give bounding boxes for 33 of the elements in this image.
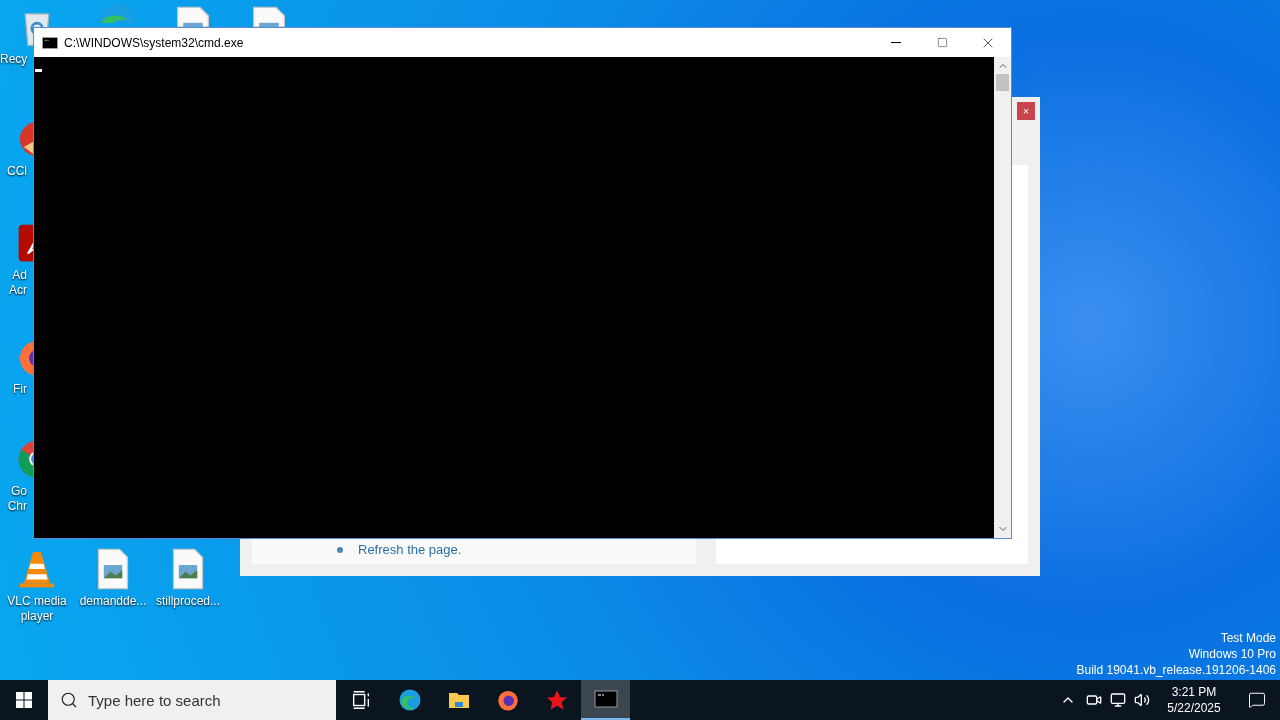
clock[interactable]: 3:21 PM 5/22/2025 bbox=[1154, 684, 1234, 716]
browser-icon bbox=[397, 688, 422, 712]
desktop-icon-label[interactable]: demandde... bbox=[79, 594, 147, 609]
edition-text: Windows 10 Pro bbox=[1188, 646, 1276, 662]
edition-text: Build 19041.vb_release.191206-1406 bbox=[1076, 662, 1276, 678]
scrollbar-thumb[interactable] bbox=[996, 74, 1009, 91]
firefox-icon bbox=[495, 688, 520, 712]
window-title: C:\WINDOWS\system32\cmd.exe bbox=[64, 34, 244, 52]
search-icon bbox=[60, 691, 78, 709]
minimize-icon bbox=[891, 42, 901, 43]
taskbar-app-button[interactable] bbox=[581, 680, 630, 720]
notification-icon bbox=[1248, 691, 1266, 709]
desktop-icon-label[interactable]: CCl bbox=[0, 164, 27, 179]
network-icon bbox=[1110, 692, 1126, 708]
desktop-icon-label[interactable]: Fir bbox=[0, 382, 27, 397]
desktop-icon-label[interactable]: Ad Acr bbox=[0, 268, 27, 298]
edition-text: Test Mode bbox=[1220, 630, 1276, 646]
terminal-icon bbox=[593, 687, 618, 711]
desktop-icon-label[interactable]: Go Chr bbox=[0, 484, 27, 514]
camera-icon bbox=[1086, 692, 1102, 708]
windows-logo-icon bbox=[16, 692, 32, 708]
desktop-icon-label[interactable]: stillproced... bbox=[156, 594, 220, 609]
volume-icon bbox=[1134, 692, 1150, 708]
close-button[interactable]: × bbox=[1017, 102, 1035, 120]
desktop-icon-label[interactable]: Recy bbox=[0, 52, 27, 67]
browser-icon bbox=[96, 2, 138, 23]
terminal-icon bbox=[42, 34, 58, 51]
search-field[interactable]: Type here to search bbox=[48, 680, 336, 720]
bullet-icon bbox=[337, 547, 343, 553]
desktop-icon-label[interactable]: VLC media player bbox=[7, 594, 67, 624]
scrollbar[interactable] bbox=[994, 57, 1011, 538]
maximize-icon bbox=[936, 37, 948, 48]
refresh-link[interactable]: Refresh the page. bbox=[358, 542, 462, 558]
